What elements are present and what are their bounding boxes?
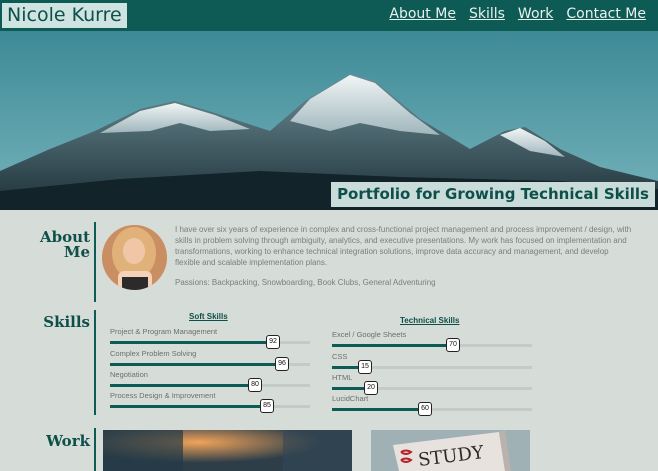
skill-label: CSS	[332, 352, 348, 361]
skill-track: 20	[332, 381, 532, 395]
nav-work[interactable]: Work	[518, 6, 553, 22]
skill-label: Process Design & Improvement	[110, 391, 216, 400]
about-passions: Passions: Backpacking, Snowboarding, Boo…	[175, 278, 436, 287]
hero-banner: Portfolio for Growing Technical Skills	[0, 31, 658, 210]
nav-skills[interactable]: Skills	[469, 6, 505, 22]
soft-skills-title: Soft Skills	[189, 312, 228, 321]
main-nav: About Me Skills Work Contact Me	[389, 6, 646, 22]
skills-divider	[94, 310, 96, 415]
skills-section-title: Skills	[43, 313, 90, 331]
skill-track: 96	[110, 357, 310, 371]
skill-track: 80	[110, 378, 310, 392]
skill-label: Excel / Google Sheets	[332, 330, 407, 339]
about-paragraph: I have over six years of experience in c…	[175, 225, 632, 267]
skill-fill	[332, 408, 424, 411]
hero-tagline: Portfolio for Growing Technical Skills	[331, 182, 655, 207]
about-text-block: I have over six years of experience in c…	[175, 224, 635, 297]
skill-label: LucidChart	[332, 394, 369, 403]
nav-contact-me[interactable]: Contact Me	[566, 6, 646, 22]
skill-track: 92	[110, 335, 310, 349]
skill-slider[interactable]: Complex Problem Solving 96	[110, 349, 310, 371]
skill-value-handle[interactable]: 60	[418, 402, 432, 416]
technical-skills-title: Technical Skills	[400, 316, 460, 325]
skill-label: Negotiation	[110, 370, 148, 379]
skill-fill	[110, 384, 254, 387]
profile-avatar	[102, 225, 167, 290]
skill-slider[interactable]: CSS 15	[332, 352, 532, 374]
skill-label: Project & Program Management	[110, 327, 218, 336]
skill-slider[interactable]: Excel / Google Sheets 70	[332, 330, 532, 352]
work-divider	[94, 428, 96, 471]
skill-value-handle[interactable]: 96	[275, 357, 289, 371]
work-project-image-1[interactable]	[103, 430, 352, 471]
skill-value-handle[interactable]: 20	[364, 381, 378, 395]
book-cover-graphic: STUDY	[371, 430, 530, 471]
skill-track: 85	[110, 399, 310, 413]
skill-track: 15	[332, 360, 532, 374]
about-title-line2: Me	[63, 243, 90, 261]
skill-value-handle[interactable]: 15	[358, 360, 372, 374]
about-section-title: About Me	[40, 230, 90, 260]
skill-slider[interactable]: HTML 20	[332, 373, 532, 395]
about-divider	[94, 222, 96, 302]
skill-value-handle[interactable]: 92	[266, 335, 280, 349]
skill-fill	[110, 405, 266, 408]
skill-slider[interactable]: LucidChart 60	[332, 394, 532, 416]
skill-value-handle[interactable]: 85	[260, 399, 274, 413]
work-photo-1	[103, 430, 352, 471]
top-navigation-bar: Nicole Kurre About Me Skills Work Contac…	[0, 0, 658, 31]
skill-value-handle[interactable]: 70	[446, 338, 460, 352]
skill-slider[interactable]: Process Design & Improvement 85	[110, 391, 310, 413]
nav-about-me[interactable]: About Me	[389, 6, 456, 22]
skill-slider[interactable]: Negotiation 80	[110, 370, 310, 392]
skill-fill	[110, 363, 281, 366]
skill-label: HTML	[332, 373, 353, 382]
skill-fill	[110, 341, 272, 344]
skill-track: 70	[332, 338, 532, 352]
skill-fill	[332, 344, 452, 347]
work-section-title: Work	[46, 432, 90, 450]
skill-label: Complex Problem Solving	[110, 349, 197, 358]
profile-photo	[102, 225, 167, 290]
skill-slider[interactable]: Project & Program Management 92	[110, 327, 310, 349]
work-project-image-2[interactable]: STUDY	[371, 430, 530, 471]
skill-value-handle[interactable]: 80	[248, 378, 262, 392]
site-brand[interactable]: Nicole Kurre	[2, 3, 127, 28]
skill-track: 60	[332, 402, 532, 416]
